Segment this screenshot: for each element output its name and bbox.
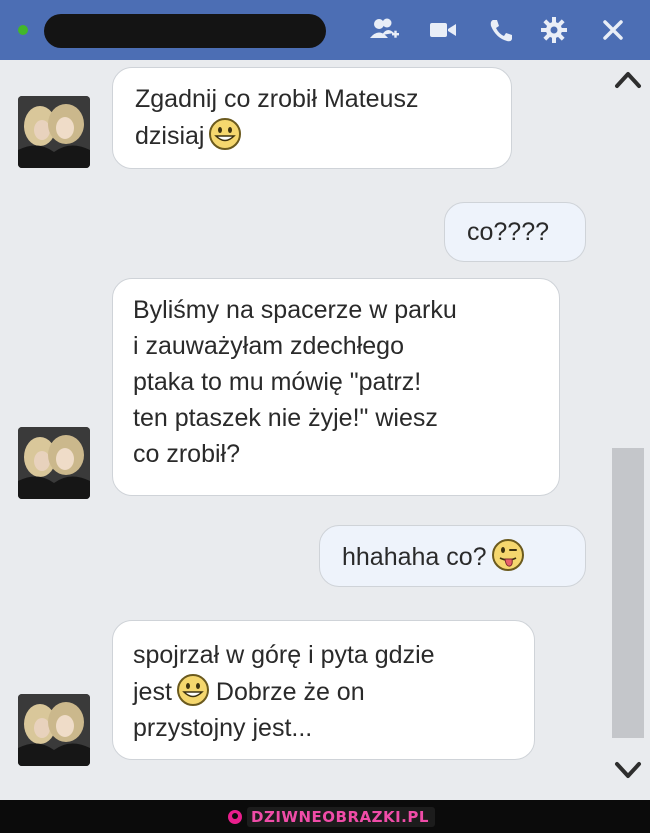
- chat-titlebar: [0, 0, 650, 60]
- message-bubble-incoming[interactable]: Byliśmy na spacerze w parku i zauważyłam…: [112, 278, 560, 496]
- smile-emoji-icon: [176, 674, 209, 706]
- avatar-photo-icon: [18, 427, 90, 499]
- smile-emoji-icon: [209, 118, 242, 150]
- watermark-text: DZIWNEOBRAZKI.PL: [247, 807, 435, 827]
- scroll-up-icon[interactable]: [612, 64, 644, 96]
- contact-name-redacted[interactable]: [44, 14, 326, 48]
- message-text: Byliśmy na spacerze w parku i zauważyłam…: [133, 296, 457, 468]
- scroll-down-icon[interactable]: [612, 754, 644, 786]
- tongue-emoji-icon: [491, 539, 524, 571]
- watermark-logo-icon: [228, 810, 242, 824]
- avatar[interactable]: [18, 694, 90, 766]
- avatar-photo-icon: [18, 96, 90, 168]
- phone-icon[interactable]: [484, 14, 518, 46]
- online-status-icon: [18, 25, 28, 35]
- message-text: Zgadnij co zrobił Mateusz dzisiaj: [135, 85, 419, 150]
- avatar[interactable]: [18, 96, 90, 168]
- message-bubble-incoming[interactable]: Zgadnij co zrobił Mateusz dzisiaj: [112, 67, 512, 169]
- avatar[interactable]: [18, 427, 90, 499]
- video-call-icon[interactable]: [426, 14, 460, 46]
- watermark: DZIWNEOBRAZKI.PL: [227, 806, 435, 828]
- avatar-photo-icon: [18, 694, 90, 766]
- message-bubble-incoming[interactable]: spojrzał w górę i pyta gdzie jest Dobrze…: [112, 620, 535, 760]
- gear-icon[interactable]: [537, 14, 571, 46]
- message-bubble-outgoing[interactable]: hhahaha co?: [319, 525, 586, 587]
- message-text: co????: [467, 218, 550, 246]
- close-icon[interactable]: [596, 14, 630, 46]
- message-bubble-outgoing[interactable]: co????: [444, 202, 586, 262]
- message-text: hhahaha co?: [342, 543, 487, 571]
- add-friend-icon[interactable]: [368, 14, 402, 46]
- scrollbar-thumb[interactable]: [612, 448, 644, 738]
